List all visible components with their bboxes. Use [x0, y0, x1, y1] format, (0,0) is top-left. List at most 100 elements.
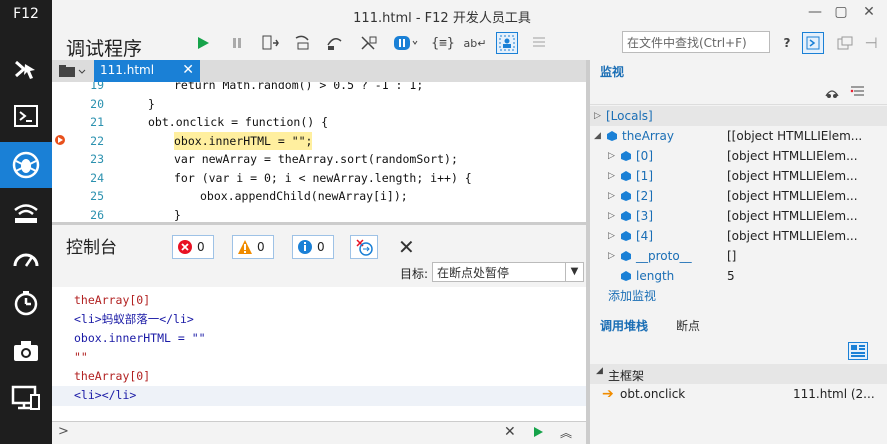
- stack-frame[interactable]: ➔ obt.onclick 111.html (2...: [590, 384, 887, 404]
- delete-all-watches-icon[interactable]: [850, 84, 866, 103]
- watch-row[interactable]: ▷ [2] [object HTMLLIElem...: [590, 186, 887, 206]
- find-in-files-input[interactable]: 在文件中查找(Ctrl+F): [622, 31, 770, 53]
- frame-header[interactable]: ◢ 主框架: [590, 364, 887, 384]
- clear-on-navigate-button[interactable]: [350, 235, 378, 259]
- error-count: 0: [197, 240, 205, 254]
- code-text: obox.appendChild(newArray[i]);: [200, 189, 408, 203]
- target-select[interactable]: 在断点处暂停 ▼: [432, 262, 584, 282]
- help-button[interactable]: ?: [776, 32, 798, 54]
- expand-icon[interactable]: ▷: [608, 206, 615, 226]
- expand-icon[interactable]: ▷: [608, 146, 615, 166]
- warnings-filter-button[interactable]: 0: [232, 235, 274, 259]
- dom-explorer-icon[interactable]: [0, 48, 52, 90]
- property-icon: [621, 251, 631, 261]
- expand-icon[interactable]: ▷: [608, 166, 615, 186]
- chevron-down-icon[interactable]: ▼: [565, 263, 583, 281]
- line-number[interactable]: 24: [52, 169, 104, 187]
- step-over-icon[interactable]: [324, 32, 346, 54]
- errors-filter-button[interactable]: 0: [172, 235, 214, 259]
- console-input-bar[interactable]: > ✕ ︽: [52, 421, 586, 444]
- close-window-button[interactable]: ✕: [858, 4, 880, 24]
- code-line: 22 obox.innerHTML = "";: [52, 131, 572, 150]
- step-out-icon[interactable]: [358, 32, 380, 54]
- clear-console-icon[interactable]: ✕: [398, 235, 415, 259]
- code-text: }: [148, 96, 155, 111]
- expand-icon[interactable]: ▷: [608, 186, 615, 206]
- memory-icon[interactable]: [0, 282, 52, 324]
- word-wrap-icon[interactable]: ab↵: [464, 32, 487, 54]
- pin-icon[interactable]: ⊣: [860, 32, 882, 54]
- line-number[interactable]: 19: [52, 82, 104, 94]
- watch-row[interactable]: ▷ __proto__ []: [590, 246, 887, 266]
- property-icon: [621, 271, 631, 281]
- tab-callstack[interactable]: 调用堆栈: [600, 317, 648, 334]
- code-line: 20}: [52, 95, 572, 113]
- watch-row[interactable]: ▷ [Locals]: [590, 106, 887, 126]
- file-tab-label: 111.html: [100, 63, 155, 77]
- tab-breakpoints[interactable]: 断点: [676, 317, 700, 334]
- expand-input-icon[interactable]: ︽: [560, 424, 572, 441]
- property-icon: [621, 151, 631, 161]
- property-icon: [621, 171, 631, 181]
- code-text: return Math.random() > 0.5 ? -1 : 1;: [174, 82, 424, 92]
- error-icon: [178, 240, 192, 254]
- debugger-icon[interactable]: [0, 142, 52, 188]
- watch-name: [4]: [636, 229, 653, 243]
- break-on-exception-icon[interactable]: [392, 32, 420, 54]
- line-number[interactable]: 20: [52, 95, 104, 113]
- add-watch-icon[interactable]: [824, 84, 840, 103]
- info-filter-button[interactable]: 0: [292, 235, 334, 259]
- network-icon[interactable]: [0, 192, 52, 234]
- file-tab[interactable]: 111.html ✕: [94, 60, 200, 82]
- clear-on-navigate-icon: [356, 239, 373, 256]
- line-number[interactable]: 21: [52, 113, 104, 131]
- run-icon[interactable]: [532, 426, 544, 441]
- callstack-panel: 调用堆栈 断点 ◢ 主框架 ➔ obt.onclick 111.html (2.…: [590, 312, 887, 444]
- info-icon: [298, 240, 312, 254]
- pause-icon[interactable]: [226, 32, 248, 54]
- close-tab-icon[interactable]: ✕: [182, 62, 194, 78]
- watch-value: [object HTMLLIElem...: [727, 209, 858, 223]
- clear-input-icon[interactable]: ✕: [504, 424, 516, 440]
- watch-row[interactable]: ▷ [3] [object HTMLLIElem...: [590, 206, 887, 226]
- console-icon[interactable]: [0, 95, 52, 137]
- show-frame-icon[interactable]: [848, 342, 868, 360]
- line-number[interactable]: 25: [52, 187, 104, 205]
- expand-icon[interactable]: ▷: [608, 226, 615, 246]
- line-number[interactable]: 23: [52, 150, 104, 168]
- folder-icon[interactable]: [58, 64, 88, 78]
- target-label: 目标:: [400, 267, 429, 281]
- breakpoint-marker-icon[interactable]: [54, 134, 68, 146]
- pretty-print-icon[interactable]: {≡}: [431, 32, 454, 54]
- just-my-code-icon[interactable]: [496, 32, 518, 54]
- performance-icon[interactable]: [0, 237, 52, 279]
- camera-icon[interactable]: [0, 330, 52, 372]
- add-watch-link[interactable]: 添加监视: [608, 286, 656, 306]
- code-text: obt.onclick = function() {: [148, 115, 329, 129]
- minimize-button[interactable]: —: [804, 4, 826, 24]
- watch-row[interactable]: ▷ [0] [object HTMLLIElem...: [590, 146, 887, 166]
- restore-button[interactable]: ▢: [830, 4, 852, 24]
- expand-icon[interactable]: ▷: [608, 246, 615, 266]
- emulation-icon[interactable]: [0, 377, 52, 419]
- disable-breakpoints-icon[interactable]: [528, 32, 550, 54]
- break-new-worker-icon[interactable]: [260, 32, 282, 54]
- watch-name: theArray: [622, 129, 675, 143]
- property-icon: [621, 231, 631, 241]
- watch-row[interactable]: ▷ [4] [object HTMLLIElem...: [590, 226, 887, 246]
- console-toggle-icon[interactable]: [802, 32, 824, 54]
- code-editor[interactable]: 19 return Math.random() > 0.5 ? -1 : 1; 20…: [52, 82, 586, 222]
- warning-count: 0: [257, 240, 265, 254]
- expand-icon[interactable]: ▷: [594, 106, 601, 126]
- continue-icon[interactable]: [192, 32, 214, 54]
- watch-row[interactable]: ▷ [1] [object HTMLLIElem...: [590, 166, 887, 186]
- watch-row[interactable]: length 5: [590, 266, 887, 286]
- watch-panel: 监视 ▷ [Locals] ◢ theArray [[object HTMLLIElem…: [590, 60, 887, 305]
- line-number[interactable]: 26: [52, 206, 104, 223]
- step-into-icon[interactable]: [292, 32, 314, 54]
- watch-row[interactable]: ◢ theArray [[object HTMLLIElem...: [590, 126, 887, 146]
- console-line: obox.innerHTML = "": [74, 331, 206, 345]
- expand-icon[interactable]: ◢: [594, 126, 601, 146]
- undock-icon[interactable]: [834, 32, 856, 54]
- code-line: 24 for (var i = 0; i < newArray.length; i…: [52, 169, 572, 187]
